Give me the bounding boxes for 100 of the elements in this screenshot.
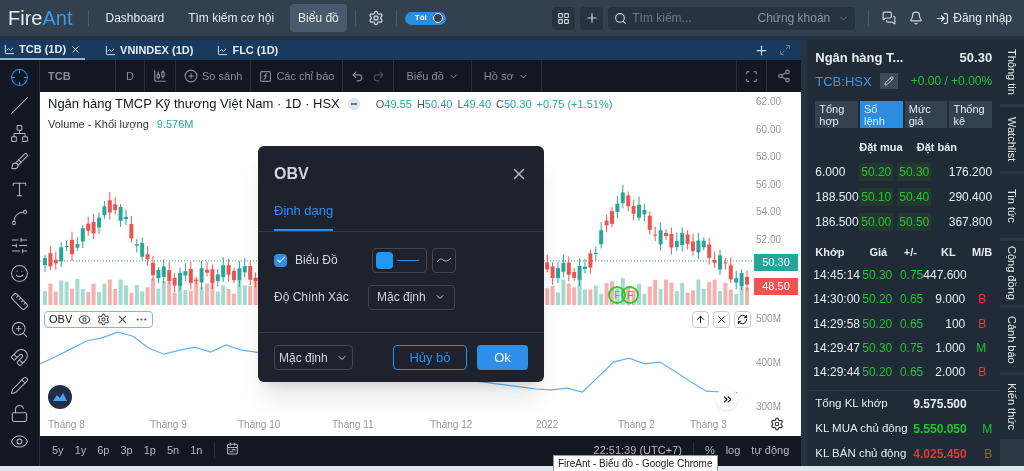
volume-tick: 400M	[756, 357, 781, 369]
stock-change: +0.00 / +0.00%	[910, 73, 993, 91]
trade-time: 14:30:00	[813, 291, 860, 309]
trade-side: M	[976, 339, 988, 357]
time-tick: Tháng 9	[150, 418, 187, 432]
scope-select[interactable]: Chứng khoán	[757, 9, 850, 27]
search-input[interactable]: Tìm kiếm...	[632, 9, 733, 27]
price-tick: 58.00	[756, 150, 782, 164]
range-button[interactable]: 1n	[190, 442, 203, 459]
chart-menu[interactable]: Biểu đồ	[394, 67, 471, 85]
nav-link[interactable]: Biểu đồ	[290, 4, 347, 32]
range-button[interactable]: 1p	[143, 442, 156, 459]
bid-price: 50.00	[859, 213, 894, 231]
price-tick: 54.00	[756, 205, 782, 219]
bid-volume: 188.500	[815, 189, 860, 206]
clock-time: 22:51:39 (UTC+7)	[593, 443, 682, 458]
dialog-tab[interactable]: Định dạng	[274, 201, 334, 231]
price-tag: 48.50	[754, 278, 798, 295]
nav-link[interactable]: Dashboard	[97, 4, 173, 32]
theme-toggle[interactable]: Tối	[404, 11, 446, 25]
ohlc-value: H50.40	[416, 96, 453, 112]
side-tab[interactable]: Tin tức	[1000, 174, 1024, 238]
volume-tick: 500M	[756, 313, 781, 325]
chart-title: Ngân hàng TMCP Kỹ thương Việt Nam · 1D · HSX	[48, 95, 340, 113]
window-tooltip: FireAnt - Biểu đồ - Google Chrome	[553, 455, 718, 471]
interval-button[interactable]: D	[116, 67, 144, 85]
bid-price: 50.10	[859, 188, 894, 206]
ohlc-value: C50.30	[496, 96, 532, 112]
ask-price: 50.30	[897, 163, 932, 181]
ask-volume: 290.400	[948, 189, 993, 206]
range-button[interactable]: 1y	[74, 442, 87, 459]
trade-price: 50.30	[861, 267, 894, 285]
quote-tab[interactable]: Tổng hợp	[815, 101, 858, 128]
chart-tab[interactable]: VNINDEX (1D)	[101, 40, 198, 60]
trade-change: 0.65	[898, 315, 924, 333]
column-header: Đặt mua	[859, 140, 903, 156]
time-tick: Tháng 12	[430, 418, 473, 432]
trade-time: 14:29:58	[813, 315, 860, 333]
trade-price: 50.30	[861, 339, 894, 357]
range-button[interactable]: 5n	[167, 442, 180, 459]
summary-side: B	[984, 445, 993, 463]
range-button[interactable]: 6p	[97, 442, 110, 459]
summary-value: 5.550.050	[913, 420, 967, 438]
scale-option[interactable]: tự động	[751, 442, 790, 459]
column-header: +/-	[902, 244, 918, 260]
price-tag: 50.30	[754, 254, 798, 271]
volume-label: Volume - Khối lượng	[48, 117, 149, 132]
ask-price: 50.40	[897, 188, 932, 206]
cancel-button[interactable]: Hủy bỏ	[393, 345, 467, 370]
logo[interactable]: FireAnt	[8, 3, 73, 33]
profile-menu[interactable]: Hồ sơ	[471, 67, 541, 85]
column-header: Khớp	[815, 244, 846, 260]
scale-option[interactable]: log	[725, 442, 741, 459]
price-tick: 60.00	[756, 122, 782, 137]
ask-volume: 367.800	[948, 214, 993, 231]
preset-select[interactable]: Mặc định	[274, 345, 353, 370]
bid-volume: 6.000	[815, 164, 847, 181]
quote-tab[interactable]: Mức giá	[904, 101, 948, 128]
volume-value: 9.576M	[156, 117, 194, 132]
summary-label: KL BÁN chủ động	[815, 445, 908, 461]
trade-change: 0.75	[898, 339, 924, 357]
time-tick: Tháng 8	[48, 418, 85, 432]
time-tick: 2022	[536, 418, 559, 432]
nav-link[interactable]: Tìm kiếm cơ hội	[180, 4, 283, 32]
price-tick: 52.00	[756, 232, 782, 247]
stock-ticker[interactable]: TCB:HSX	[815, 71, 872, 91]
price-tick: 62.00	[756, 95, 782, 109]
quote-tab[interactable]: Thống kê	[949, 101, 993, 128]
time-tick: Tháng 11	[332, 418, 374, 432]
trade-change: 0.75	[898, 267, 924, 285]
column-header: Đặt bán	[916, 140, 958, 156]
trade-price: 50.20	[861, 315, 894, 333]
trade-volume: 447.600	[923, 267, 966, 285]
login-button[interactable]: Đăng nhập	[936, 9, 1016, 27]
trade-price: 50.20	[861, 291, 894, 309]
side-tab[interactable]: Cảnh báo	[1000, 308, 1024, 372]
search-field[interactable]: Tìm kiếm... Chứng khoán	[608, 6, 856, 30]
indicators-button[interactable]: Các chỉ báo	[251, 67, 343, 85]
side-tab[interactable]: Cộng đồng	[1000, 241, 1024, 305]
range-button[interactable]: 3p	[120, 442, 133, 459]
time-tick: Tháng 3	[690, 418, 727, 432]
side-tab[interactable]: Kiến thức	[1000, 375, 1024, 439]
stock-price: 50.30	[959, 49, 993, 67]
symbol-field[interactable]: TCB	[40, 67, 115, 85]
trade-side: B	[978, 363, 988, 381]
compare-button[interactable]: So sánh	[176, 67, 251, 85]
trade-volume: 2.000	[934, 363, 966, 381]
column-header: Giá	[868, 244, 889, 260]
price-tick: 56.00	[756, 177, 782, 192]
side-tab[interactable]: Thông tin	[1000, 40, 1024, 104]
summary-value: 4.025.450	[913, 445, 967, 463]
ask-price: 50.50	[897, 213, 932, 231]
dialog-title: OBV	[274, 164, 309, 184]
time-tick: Tháng 10	[238, 418, 281, 432]
chart-tab[interactable]: FLC (1D)	[213, 40, 283, 60]
side-tab[interactable]: Watchlist	[1000, 107, 1024, 171]
stock-name: Ngân hàng T...	[815, 49, 904, 67]
range-button[interactable]: 5y	[52, 442, 64, 459]
precision-select[interactable]: Mặc định	[368, 284, 455, 310]
trade-change: 0.65	[898, 363, 924, 381]
